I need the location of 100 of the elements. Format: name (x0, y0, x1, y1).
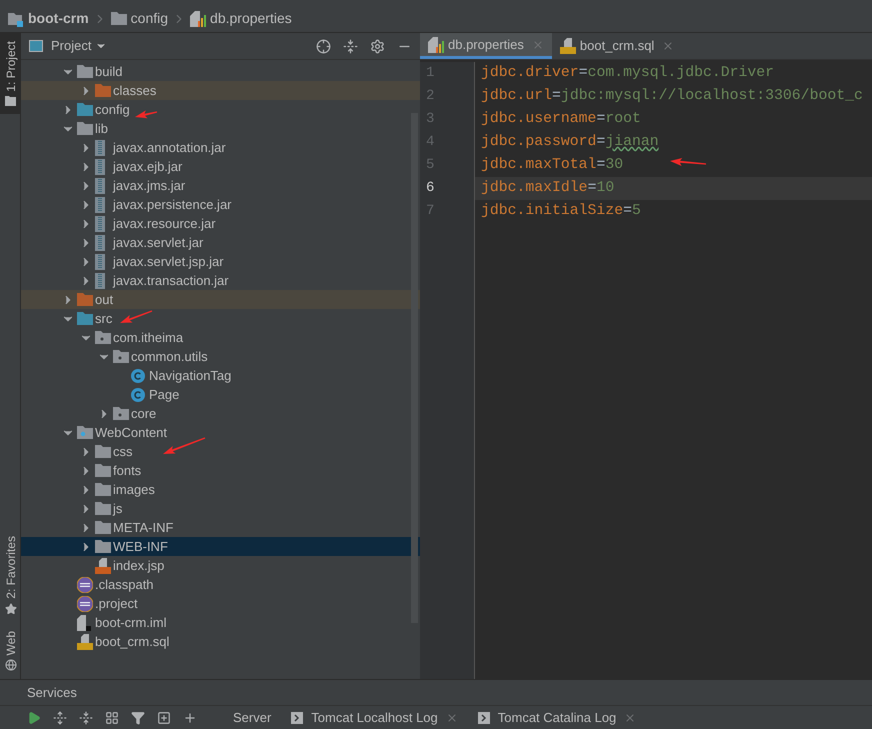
close-icon[interactable] (446, 712, 458, 724)
tree-row[interactable]: javax.servlet.jsp.jar (21, 252, 420, 271)
close-icon[interactable] (662, 40, 674, 52)
tree-item-label: css (113, 443, 132, 461)
expand-all-icon[interactable] (53, 710, 67, 724)
folder-icon (77, 426, 93, 439)
tree-row[interactable]: javax.annotation.jar (21, 138, 420, 157)
tool-window-tab[interactable]: 2: Favorites (0, 528, 21, 623)
sql-icon (560, 38, 576, 54)
code-line: jdbc.maxTotal=30 (480, 156, 624, 175)
tree-item-label: boot_crm.sql (95, 633, 170, 651)
tree-row[interactable]: META-INF (21, 518, 420, 537)
folder-icon (95, 445, 111, 458)
locate-icon[interactable] (316, 38, 331, 54)
tree-row[interactable]: fonts (21, 461, 420, 480)
tree-row[interactable]: javax.ejb.jar (21, 157, 420, 176)
tree-row[interactable]: javax.persistence.jar (21, 195, 420, 214)
tree-item-label: javax.persistence.jar (113, 196, 232, 214)
tree-row[interactable]: js (21, 499, 420, 518)
tree-item-label: javax.annotation.jar (113, 139, 226, 157)
tree-row[interactable]: css (21, 442, 420, 461)
tree-item-label: .classpath (95, 576, 154, 594)
panel-title[interactable]: Project (51, 36, 108, 56)
folder-icon (95, 502, 111, 515)
folder-icon (77, 122, 93, 135)
add-icon[interactable] (183, 710, 197, 724)
tree-row[interactable]: javax.transaction.jar (21, 271, 420, 290)
class-icon (131, 368, 145, 382)
tree-item-label: common.utils (131, 348, 208, 366)
code-line: jdbc.driver=com.mysql.jdbc.Driver (480, 64, 774, 83)
globe-icon (4, 659, 16, 671)
tree-row[interactable]: core (21, 404, 420, 423)
services-tab[interactable]: Tomcat Catalina Log (478, 708, 636, 728)
tree-row[interactable]: Page (21, 385, 420, 404)
tree-row[interactable]: classes (21, 81, 420, 100)
filter-icon[interactable] (131, 710, 145, 724)
tree-row[interactable]: javax.jms.jar (21, 176, 420, 195)
tree-row[interactable]: index.jsp (21, 556, 420, 575)
tree-row[interactable]: out (21, 290, 420, 309)
tree-item-label: javax.servlet.jsp.jar (113, 253, 224, 271)
tree-item-label: com.itheima (113, 329, 184, 347)
services-tab[interactable]: Server (233, 708, 272, 728)
collapse-icon[interactable] (343, 38, 358, 54)
module-file-icon (77, 614, 91, 630)
tree-row[interactable]: javax.servlet.jar (21, 233, 420, 252)
jar-icon (95, 196, 105, 212)
tree-row[interactable]: common.utils (21, 347, 420, 366)
tree-item-label: src (95, 310, 112, 328)
code-line: jdbc.initialSize=5 (480, 202, 641, 221)
settings-icon[interactable] (370, 38, 385, 54)
editor-tab[interactable]: boot_crm.sql (552, 33, 682, 59)
folder-icon (110, 12, 127, 25)
tree-item-label: fonts (113, 462, 142, 480)
editor-tab[interactable]: db.properties (420, 33, 552, 59)
close-icon[interactable] (624, 712, 636, 724)
tree-row[interactable]: javax.resource.jar (21, 214, 420, 233)
log-icon (478, 712, 490, 724)
tool-window-tab[interactable]: Web (0, 622, 21, 679)
tree-row[interactable]: build (21, 62, 420, 81)
services-tab[interactable]: Tomcat Localhost Log (291, 708, 458, 728)
group-icon[interactable] (105, 710, 119, 724)
tree-row[interactable]: WebContent (21, 423, 420, 442)
folder-icon (77, 312, 93, 325)
tree-item-label: index.jsp (113, 557, 164, 575)
collapse-all-icon[interactable] (79, 710, 93, 724)
tree-row[interactable]: images (21, 480, 420, 499)
tree-row[interactable]: .project (21, 594, 420, 613)
jar-icon (95, 254, 105, 270)
star-icon (4, 602, 16, 615)
tree-row[interactable]: com.itheima (21, 328, 420, 347)
tree-item-label: core (131, 405, 156, 423)
tree-item-label: .project (95, 595, 138, 613)
scrollbar[interactable] (411, 113, 418, 623)
tree-row[interactable]: src (21, 309, 420, 328)
breadcrumb-item[interactable]: db.properties (190, 8, 292, 29)
panel-icon (29, 40, 43, 52)
breadcrumb-item[interactable]: boot-crm (8, 8, 89, 29)
tree-row[interactable]: NavigationTag (21, 366, 420, 385)
folder-icon (77, 293, 93, 306)
tree-item-label: javax.jms.jar (113, 177, 186, 195)
code-line: jdbc.url=jdbc:mysql://localhost:3306/boot_c (480, 87, 863, 106)
jsp-icon (95, 558, 111, 574)
jar-icon (95, 272, 105, 288)
tree-row[interactable]: lib (21, 119, 420, 138)
jar-icon (95, 140, 105, 156)
add-service-icon[interactable] (157, 710, 171, 724)
tree-row[interactable]: boot-crm.iml (21, 613, 420, 632)
tree-item-label: javax.resource.jar (113, 215, 216, 233)
module-icon (8, 10, 24, 26)
tree-row[interactable]: boot_crm.sql (21, 632, 420, 651)
breadcrumb-item[interactable]: config (110, 8, 168, 29)
run-icon[interactable] (27, 710, 41, 724)
tree-row[interactable]: WEB-INF (21, 537, 420, 556)
jar-icon (95, 234, 105, 250)
tool-window-tab[interactable]: 1: Project (0, 33, 21, 114)
tree-row[interactable]: .classpath (21, 575, 420, 594)
properties-icon (190, 10, 206, 26)
jar-icon (95, 216, 105, 232)
log-icon (291, 712, 304, 724)
tree-row[interactable]: config (21, 100, 420, 119)
